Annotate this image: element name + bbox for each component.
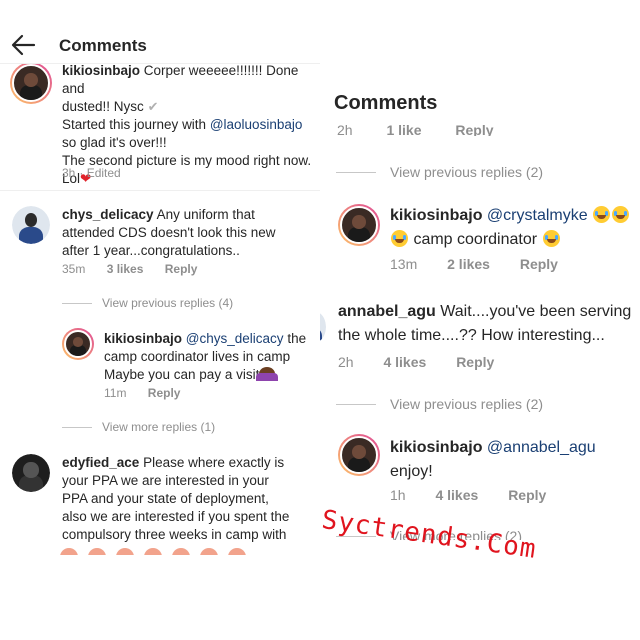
divider: [62, 302, 92, 304]
reply-meta: 13m 2 likes Reply: [390, 256, 558, 272]
comment-username[interactable]: chys_delicacy: [62, 207, 154, 222]
comments-header: Comments: [0, 0, 320, 64]
laughing-emoji-icon: [542, 230, 560, 247]
comment-text: edyfied_ace Please where exactly is your…: [62, 455, 290, 542]
view-more-replies[interactable]: View more replies (1): [62, 420, 215, 434]
page-title: Comments: [59, 36, 147, 55]
back-arrow-icon: [11, 34, 36, 56]
reply-username[interactable]: kikiosinbajo: [104, 331, 182, 346]
comment-meta: 2h 4 likes Reply: [338, 354, 495, 370]
likes-count[interactable]: 4 likes: [435, 487, 478, 503]
divider: [336, 403, 376, 405]
laughing-emoji-icon: [593, 206, 611, 223]
comment-text: annabel_agu Wait....you've been serving …: [338, 303, 632, 344]
reply-username[interactable]: kikiosinbajo: [390, 439, 482, 456]
right-screenshot-pane: Comments 2h 1 like Reply View previous r…: [320, 0, 640, 560]
avatar[interactable]: [338, 204, 380, 246]
reply-button[interactable]: Reply: [148, 386, 181, 400]
back-button[interactable]: [8, 30, 38, 60]
likes-count[interactable]: 3 likes: [107, 262, 144, 276]
reply-button[interactable]: Reply: [508, 487, 546, 503]
likes-count[interactable]: 2 likes: [447, 256, 490, 272]
page-title: Comments: [334, 92, 438, 114]
divider: [336, 171, 376, 173]
mention-link[interactable]: @chys_delicacy: [186, 331, 284, 346]
comment-username[interactable]: annabel_agu: [338, 303, 436, 320]
avatar[interactable]: [12, 454, 50, 492]
comment-text: chys_delicacy Any uniform that attended …: [62, 207, 276, 258]
reply-text: kikiosinbajo @chys_delicacy the camp coo…: [104, 331, 307, 382]
reply-meta: 11m Reply: [104, 386, 181, 400]
divider: [62, 426, 92, 428]
avatar[interactable]: [10, 62, 52, 104]
avatar[interactable]: [338, 434, 380, 476]
reply-meta: 1h 4 likes Reply: [390, 487, 547, 503]
likes-count[interactable]: 4 likes: [383, 354, 426, 370]
facepalm-emoji-icon: [256, 367, 279, 381]
laughing-emoji-icon: [612, 206, 630, 223]
mention-link[interactable]: @laoluosinbajo: [210, 117, 303, 132]
check-mark-icon: ✔: [147, 99, 159, 114]
emoji-strip: [0, 545, 320, 555]
view-previous-replies[interactable]: View previous replies (2): [336, 396, 543, 412]
divider: [0, 190, 320, 191]
caption-meta: 3h · Edited: [62, 166, 121, 180]
avatar[interactable]: [12, 206, 50, 244]
view-previous-replies[interactable]: View previous replies (4): [62, 296, 233, 310]
laughing-emoji-icon: [391, 230, 408, 247]
reply-text: kikiosinbajo @crystalmyke camp coordinat…: [390, 204, 640, 252]
caption-username[interactable]: kikiosinbajo: [62, 63, 140, 78]
comment-meta: 2h 1 like Reply: [337, 122, 494, 136]
left-screenshot-pane: Comments kikiosinbajo Corper weeeee!!!!!…: [0, 0, 320, 560]
reply-username[interactable]: kikiosinbajo: [390, 207, 482, 224]
reply-text: kikiosinbajo @annabel_agu enjoy!: [390, 439, 596, 480]
mention-link[interactable]: @annabel_agu: [487, 439, 596, 456]
mention-link[interactable]: @crystalmyke: [487, 207, 588, 224]
reply-button[interactable]: Reply: [165, 262, 198, 276]
view-previous-replies[interactable]: View previous replies (2): [336, 164, 543, 180]
reply-button[interactable]: Reply: [456, 354, 494, 370]
reply-button[interactable]: Reply: [520, 256, 558, 272]
avatar[interactable]: [320, 312, 326, 342]
comment-meta: 35m 3 likes Reply: [62, 262, 198, 276]
comment-username[interactable]: edyfied_ace: [62, 455, 139, 470]
avatar[interactable]: [62, 328, 94, 360]
